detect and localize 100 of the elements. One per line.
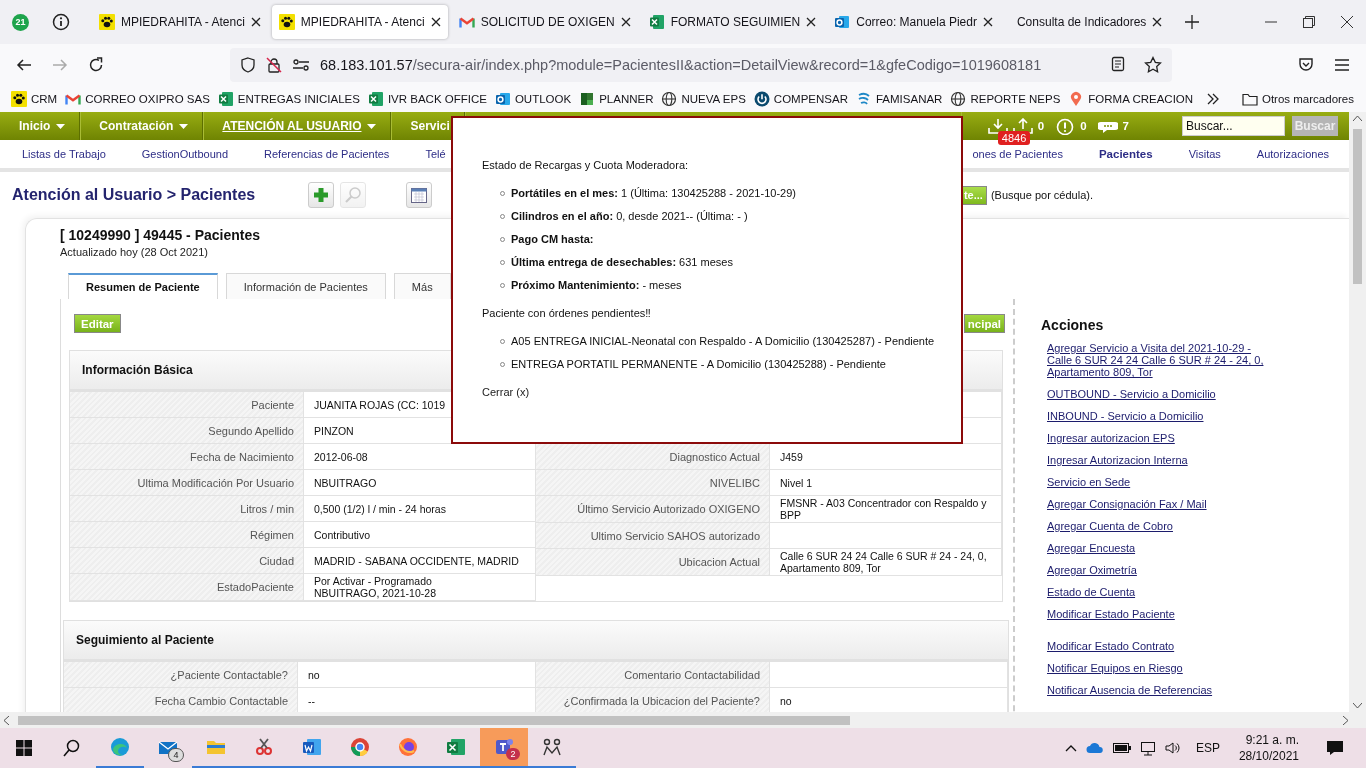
field-value: FMSNR - A03 Concentrador con Respaldo y BPP — [770, 496, 1002, 522]
reload-icon[interactable] — [88, 57, 104, 73]
spreadsheet-icon — [217, 91, 234, 107]
field-label: Ultimo Servicio SAHOS autorizado — [536, 523, 770, 548]
close-icon[interactable] — [1341, 16, 1353, 28]
nav-link[interactable]: ones de Pacientes — [972, 148, 1063, 160]
close-icon[interactable] — [250, 17, 261, 27]
notification-icon[interactable] — [1326, 740, 1344, 756]
updated-text: Actualizado hoy (28 Oct 2021) — [60, 246, 208, 258]
windows-logo-icon — [16, 740, 32, 756]
back-icon[interactable] — [16, 57, 32, 73]
bookmark[interactable]: CRM — [11, 91, 58, 107]
bookmark[interactable]: IVR BACK OFFICE — [367, 91, 487, 107]
browser-tab[interactable]: Consulta de Indicadores — [1003, 5, 1170, 39]
restore-icon[interactable] — [1303, 16, 1315, 28]
browser-tab[interactable]: FORMATO SEGUIMIEN — [641, 5, 824, 39]
field-label: Último Servicio Autorizado OXIGENO — [536, 496, 770, 522]
action-link[interactable]: Agregar Encuesta — [1047, 542, 1136, 554]
taskbar-app[interactable]: 4 — [144, 728, 192, 768]
tricolor-circle-icon — [349, 736, 371, 758]
scrollbar-thumb[interactable] — [1353, 129, 1362, 284]
action-link[interactable]: Agregar Consignación Fax / Mail — [1047, 498, 1207, 510]
calendar-button[interactable] — [406, 182, 432, 208]
add-button[interactable] — [308, 182, 334, 208]
action-link[interactable]: Agregar Oximetría — [1047, 564, 1137, 576]
nav-link[interactable]: Autorizaciones — [1256, 148, 1329, 160]
language-indicator[interactable]: ESP — [1195, 741, 1220, 755]
reader-icon[interactable] — [1110, 56, 1126, 72]
tab[interactable]: Resumen de Paciente — [68, 273, 218, 299]
scissors-icon — [253, 736, 275, 758]
sliders-icon[interactable] — [292, 57, 310, 73]
action-link[interactable]: Estado de Cuenta — [1047, 586, 1136, 598]
action-link[interactable]: OUTBOUND - Servicio a Domicilio — [1047, 388, 1216, 400]
mail-tile-icon — [494, 91, 511, 107]
actions-title: Acciones — [1040, 317, 1105, 333]
cloud-icon[interactable] — [1085, 742, 1104, 754]
bookmark-folder[interactable]: Otros marcadores — [1241, 92, 1354, 106]
browser-tab[interactable]: SOLICITUD DE OXIGEN — [451, 5, 638, 39]
close-icon[interactable] — [982, 17, 993, 27]
bookmark[interactable]: ENTREGAS INICIALES — [217, 91, 360, 107]
action-link[interactable]: Ingresar Autorizacion Interna — [1047, 454, 1188, 466]
nav-link[interactable]: Referencias de Pacientes — [264, 148, 390, 160]
bookmark[interactable]: REPORTE NEPS — [950, 91, 1061, 107]
address-bar[interactable]: 68.183.101.57/secura-air/index.php?module=PacientesII&action=DetailView&record=1&gfeCodigo=1019608181 — [230, 48, 1172, 82]
browser-tab[interactable]: MPIEDRAHITA - Atenci — [92, 5, 268, 39]
nav-link[interactable]: Listas de Trabajo — [22, 148, 106, 160]
action-link[interactable]: Ingresar autorizacion EPS — [1047, 432, 1175, 444]
action-link[interactable]: Agregar Cuenta de Cobro — [1047, 520, 1173, 532]
bookmark[interactable]: FAMISANAR — [855, 91, 943, 107]
status-item: Cilindros en el año: 0, desde 2021-- (Última: - ) — [511, 210, 748, 222]
search-field[interactable]: Buscar... — [1182, 116, 1285, 136]
bookmark[interactable]: OUTLOOK — [494, 91, 572, 107]
status-item: Última entrega de desechables: 631 meses — [511, 256, 733, 268]
tab[interactable]: Información de Pacientes — [225, 273, 386, 299]
close-icon[interactable] — [1152, 17, 1163, 27]
browser-tab[interactable]: MPIEDRAHITA - Atenci — [271, 5, 448, 39]
action-link[interactable]: INBOUND - Servicio a Domicilio — [1047, 410, 1204, 422]
browser-tab[interactable]: Correo: Manuela Piedr — [827, 5, 1000, 39]
action-link[interactable]: Modificar Estado Contrato — [1047, 640, 1175, 652]
action-link[interactable]: Notificar Equipos en Riesgo — [1047, 662, 1183, 674]
clock-date[interactable]: 28/10/2021 — [1238, 749, 1299, 763]
network-icon[interactable] — [1139, 740, 1156, 756]
star-icon[interactable] — [1144, 56, 1162, 74]
nav-link[interactable]: Visitas — [1188, 148, 1221, 160]
chevron-up-icon[interactable] — [1064, 744, 1077, 752]
scrollbar-thumb[interactable] — [18, 715, 850, 725]
shield-icon[interactable] — [240, 57, 256, 73]
info-icon[interactable] — [52, 13, 70, 31]
nav-link[interactable]: Pacientes — [1098, 148, 1153, 160]
nav-link[interactable]: Telé — [425, 148, 446, 160]
clock-time[interactable]: 9:21 a. m. — [1245, 733, 1299, 747]
menu-icon[interactable] — [1334, 58, 1350, 72]
indicator-count: 0 — [1037, 120, 1045, 132]
action-link[interactable]: Modificar Estado Paciente — [1047, 608, 1175, 620]
field-value: Por Activar - Programado NBUITRAGO, 2021-10-28 — [304, 574, 536, 600]
volume-icon[interactable] — [1164, 741, 1181, 755]
bookmark[interactable]: PLANNER — [579, 91, 654, 107]
pocket-icon[interactable] — [1298, 57, 1314, 73]
new-tab-icon[interactable] — [1185, 15, 1200, 29]
bookmark[interactable]: CORREO OXIPRO SAS — [65, 91, 210, 107]
panel-header: Seguimiento al Paciente — [64, 621, 1008, 662]
action-link[interactable]: Notificar Ausencia de Referencias — [1047, 684, 1213, 696]
scroll-left-icon — [4, 715, 9, 725]
close-icon[interactable] — [620, 17, 631, 27]
double-chevron-icon[interactable] — [1205, 92, 1220, 106]
tab[interactable]: Más — [393, 273, 451, 299]
action-link[interactable]: Agregar Servicio a Visita del 2021-10-29 - Calle 6 SUR 24 24 Calle 6 SUR # 24 - 24, 0, Apartamento 809, Tor — [1047, 342, 1271, 378]
close-icon[interactable] — [806, 17, 817, 27]
taskbar-app[interactable]: 2 — [480, 728, 528, 768]
lock-slash-icon[interactable] — [266, 57, 282, 73]
nav-link[interactable]: GestionOutbound — [141, 148, 228, 160]
battery-icon[interactable] — [1112, 743, 1131, 753]
paw-icon — [99, 14, 115, 30]
bookmark[interactable]: NUEVA EPS — [661, 91, 746, 107]
close-icon[interactable] — [430, 17, 441, 27]
action-link[interactable]: Servicio en Sede — [1047, 476, 1131, 488]
bookmark[interactable]: COMPENSAR — [753, 91, 848, 107]
indicator-count: 0 — [1080, 120, 1087, 132]
bookmark[interactable]: FORMA CREACION — [1068, 91, 1194, 107]
calendar-icon — [410, 186, 428, 204]
